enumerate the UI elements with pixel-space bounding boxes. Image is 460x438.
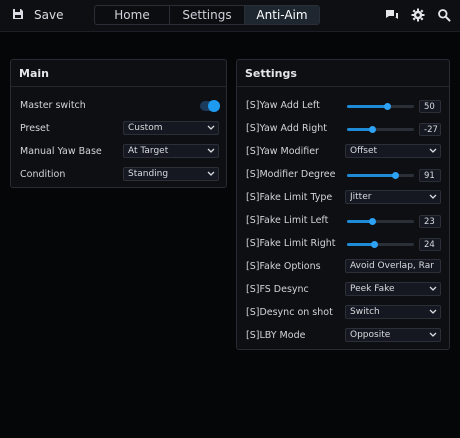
chevron-down-icon bbox=[429, 286, 437, 291]
gear-icon[interactable] bbox=[411, 8, 425, 22]
fake-options-label: [S]Fake Options bbox=[246, 261, 321, 272]
fake-limit-type-value: Jitter bbox=[350, 192, 372, 202]
slider-handle[interactable] bbox=[369, 218, 377, 225]
fake-limit-type-select[interactable]: Jitter bbox=[345, 190, 441, 204]
manual-yaw-label: Manual Yaw Base bbox=[20, 146, 102, 157]
master-switch-label: Master switch bbox=[20, 100, 86, 111]
chevron-down-icon bbox=[207, 148, 215, 153]
tab-settings[interactable]: Settings bbox=[170, 6, 245, 24]
fake-limit-right-slider[interactable] bbox=[347, 241, 414, 248]
yaw-add-right-value[interactable]: -27 bbox=[419, 123, 441, 136]
fake-limit-left-label: [S]Fake Limit Left bbox=[246, 215, 329, 226]
slider-handle[interactable] bbox=[370, 241, 378, 248]
top-toolbar: Save Home Settings Anti-Aim bbox=[0, 0, 460, 32]
yaw-add-right-label: [S]Yaw Add Right bbox=[246, 123, 327, 134]
preset-select[interactable]: Custom bbox=[123, 121, 219, 135]
fake-options-value: Avoid Overlap, Ran bbox=[350, 261, 434, 271]
chevron-down-icon bbox=[429, 309, 437, 314]
modifier-degree-value[interactable]: 91 bbox=[419, 169, 441, 182]
fs-desync-select[interactable]: Peek Fake bbox=[345, 282, 441, 296]
chevron-down-icon bbox=[429, 332, 437, 337]
main-panel: Main Master switch Preset Custom Manual … bbox=[10, 59, 227, 188]
floppy-disk-icon bbox=[12, 8, 24, 23]
desync-on-shot-select[interactable]: Switch bbox=[345, 305, 441, 319]
slider-fill bbox=[347, 243, 374, 246]
slider-fill bbox=[347, 105, 387, 108]
slider-handle[interactable] bbox=[369, 126, 377, 133]
save-label: Save bbox=[34, 8, 64, 22]
preset-label: Preset bbox=[20, 123, 50, 134]
yaw-modifier-select[interactable]: Offset bbox=[345, 144, 441, 158]
chevron-down-icon bbox=[207, 171, 215, 176]
condition-value: Standing bbox=[128, 169, 169, 179]
fs-desync-label: [S]FS Desync bbox=[246, 284, 309, 295]
manual-yaw-value: At Target bbox=[128, 146, 169, 156]
modifier-degree-slider[interactable] bbox=[347, 172, 414, 179]
lby-mode-label: [S]LBY Mode bbox=[246, 330, 306, 341]
yaw-add-left-label: [S]Yaw Add Left bbox=[246, 100, 320, 111]
chevron-down-icon bbox=[207, 125, 215, 130]
tab-home[interactable]: Home bbox=[95, 6, 170, 24]
lby-mode-select[interactable]: Opposite bbox=[345, 328, 441, 342]
yaw-add-right-slider[interactable] bbox=[347, 126, 414, 133]
yaw-modifier-label: [S]Yaw Modifier bbox=[246, 146, 319, 157]
save-button[interactable]: Save bbox=[12, 6, 63, 24]
divider bbox=[11, 86, 226, 87]
desync-on-shot-label: [S]Desync on shot bbox=[246, 307, 333, 318]
chat-icon[interactable] bbox=[385, 8, 399, 22]
tab-anti-aim[interactable]: Anti-Aim bbox=[245, 6, 319, 24]
panel-title-settings: Settings bbox=[245, 67, 297, 80]
slider-fill bbox=[347, 174, 396, 177]
slider-handle[interactable] bbox=[392, 172, 400, 179]
yaw-add-left-slider[interactable] bbox=[347, 103, 414, 110]
modifier-degree-label: [S]Modifier Degree bbox=[246, 169, 336, 180]
fake-limit-type-label: [S]Fake Limit Type bbox=[246, 192, 333, 203]
manual-yaw-select[interactable]: At Target bbox=[123, 144, 219, 158]
search-icon[interactable] bbox=[437, 8, 451, 22]
fake-limit-left-value[interactable]: 23 bbox=[419, 215, 441, 228]
chevron-down-icon bbox=[429, 194, 437, 199]
chevron-down-icon bbox=[429, 148, 437, 153]
slider-handle[interactable] bbox=[383, 103, 391, 110]
fake-limit-right-label: [S]Fake Limit Right bbox=[246, 238, 336, 249]
tab-bar: Home Settings Anti-Aim bbox=[94, 5, 320, 25]
preset-value: Custom bbox=[128, 123, 163, 133]
lby-mode-value: Opposite bbox=[350, 330, 391, 340]
fake-limit-right-value[interactable]: 24 bbox=[419, 238, 441, 251]
fake-options-select[interactable]: Avoid Overlap, Ran bbox=[345, 259, 441, 273]
fake-limit-left-slider[interactable] bbox=[347, 218, 414, 225]
desync-on-shot-value: Switch bbox=[350, 307, 380, 317]
condition-select[interactable]: Standing bbox=[123, 167, 219, 181]
yaw-modifier-value: Offset bbox=[350, 146, 378, 156]
settings-panel: Settings [S]Yaw Add Left 50 [S]Yaw Add R… bbox=[236, 59, 450, 350]
master-switch-toggle[interactable] bbox=[200, 100, 220, 112]
panel-title-main: Main bbox=[19, 67, 49, 80]
toggle-knob bbox=[208, 100, 220, 112]
divider bbox=[237, 86, 449, 87]
yaw-add-left-value[interactable]: 50 bbox=[419, 100, 441, 113]
fs-desync-value: Peek Fake bbox=[350, 284, 395, 294]
condition-label: Condition bbox=[20, 169, 66, 180]
